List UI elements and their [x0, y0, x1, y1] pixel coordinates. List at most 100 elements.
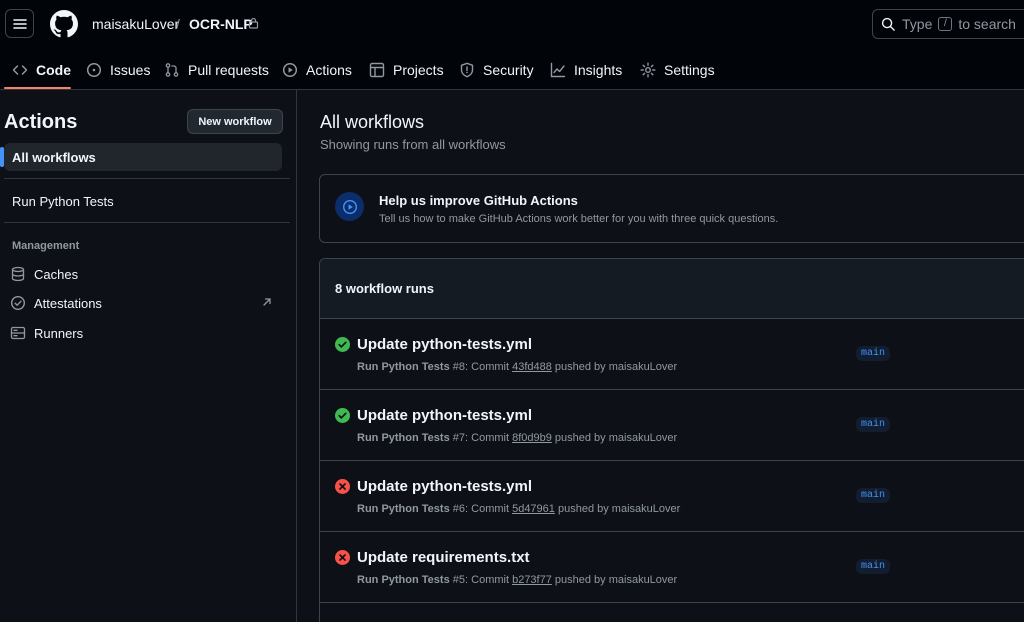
breadcrumb-owner[interactable]: maisakuLover: [92, 16, 179, 32]
run-title[interactable]: Update python-tests.yml: [357, 336, 532, 353]
lock-icon: [248, 17, 259, 29]
commit-sha-link[interactable]: b273f77: [512, 574, 552, 586]
sidebar-divider: [4, 222, 290, 223]
sidebar-item-runners[interactable]: Runners: [10, 325, 83, 341]
banner-text: Tell us how to make GitHub Actions work …: [379, 213, 779, 225]
failure-x-icon: [335, 550, 350, 565]
tab-settings[interactable]: Settings: [640, 50, 715, 90]
server-icon: [10, 326, 26, 340]
commit-sha-link[interactable]: 8f0d9b9: [512, 432, 552, 444]
run-number: #8: [452, 361, 466, 373]
tab-projects[interactable]: Projects: [369, 50, 444, 90]
menu-button[interactable]: [5, 9, 34, 38]
run-meta: Run Python Tests #8: Commit 43fd488 push…: [357, 361, 677, 373]
search-icon: [881, 17, 895, 31]
breadcrumb-repo[interactable]: OCR-NLP: [189, 16, 253, 32]
run-workflow-name: Run Python Tests: [357, 503, 450, 515]
pull-request-icon: [165, 63, 179, 77]
run-workflow-name: Run Python Tests: [357, 432, 450, 444]
failure-x-icon: [335, 479, 350, 494]
run-commit-label: : Commit: [465, 503, 510, 515]
run-pushed-by: pushed by maisakuLover: [554, 574, 678, 586]
run-workflow-name: Run Python Tests: [357, 361, 450, 373]
run-meta: Run Python Tests #5: Commit b273f77 push…: [357, 574, 677, 586]
page-title: All workflows: [320, 112, 425, 132]
shield-icon: [460, 62, 474, 78]
run-pushed-by: pushed by maisakuLover: [557, 503, 681, 515]
active-tab-indicator: [4, 87, 71, 89]
run-number: #6: [452, 503, 466, 515]
repo-tabs: Code Issues Pull requests Actions Projec…: [0, 50, 1024, 90]
breadcrumb-separator: /: [176, 16, 180, 32]
page-subtitle: Showing runs from all workflows: [320, 137, 506, 152]
workflow-run-row[interactable]: Update requirements.txt Run Python Tests…: [320, 532, 1024, 603]
branch-badge[interactable]: main: [856, 488, 891, 503]
table-icon: [369, 62, 385, 78]
tab-label: Insights: [574, 62, 623, 78]
sidebar-item-label: Runners: [34, 325, 84, 341]
workflow-run-row[interactable]: Update python-tests.yml Run Python Tests…: [320, 461, 1024, 532]
run-number: #5: [452, 574, 466, 586]
sidebar-item-run-python-tests[interactable]: Run Python Tests: [12, 194, 114, 209]
workflow-runs-list: 8 workflow runs Update python-tests.yml …: [319, 258, 1024, 622]
sidebar-item-label: Attestations: [34, 295, 102, 311]
branch-badge[interactable]: main: [856, 346, 891, 361]
workflow-run-row[interactable]: Update python-tests.yml Run Python Tests…: [320, 390, 1024, 461]
sidebar-item-attestations[interactable]: Attestations: [10, 295, 102, 311]
external-link-icon: [263, 298, 271, 306]
feedback-banner[interactable]: Help us improve GitHub Actions Tell us h…: [319, 174, 1024, 243]
sidebar-item-all-workflows[interactable]: All workflows: [0, 143, 282, 171]
github-logo-icon[interactable]: [50, 10, 78, 38]
run-commit-label: : Commit: [465, 574, 510, 586]
tab-label: Projects: [393, 62, 444, 78]
search-shortcut-key: /: [938, 17, 953, 31]
run-title[interactable]: Update python-tests.yml: [357, 478, 532, 495]
workflow-run-row[interactable]: Update python-tests.yml Run Python Tests…: [320, 319, 1024, 390]
run-pushed-by: pushed by maisakuLover: [554, 432, 678, 444]
tab-pull-requests[interactable]: Pull requests: [164, 50, 269, 90]
database-icon: [11, 266, 25, 282]
hamburger-icon: [12, 18, 27, 29]
tab-code[interactable]: Code: [12, 50, 71, 90]
run-title[interactable]: Update requirements.txt: [357, 549, 530, 566]
sidebar-item-label: Caches: [34, 266, 79, 282]
actions-sidebar: Actions New workflow All workflows Run P…: [0, 90, 297, 622]
tab-label: Issues: [110, 62, 151, 78]
tab-label: Security: [483, 62, 534, 78]
run-commit-label: : Commit: [465, 432, 510, 444]
sidebar-divider: [4, 178, 290, 179]
tab-security[interactable]: Security: [459, 50, 534, 90]
search-prefix: Type: [902, 16, 933, 32]
run-meta: Run Python Tests #7: Commit 8f0d9b9 push…: [357, 432, 677, 444]
tab-label: Pull requests: [188, 62, 269, 78]
commit-sha-link[interactable]: 5d47961: [512, 503, 555, 515]
run-meta: Run Python Tests #6: Commit 5d47961 push…: [357, 503, 680, 515]
commit-sha-link[interactable]: 43fd488: [512, 361, 552, 373]
run-title[interactable]: Update python-tests.yml: [357, 407, 532, 424]
branch-badge[interactable]: main: [856, 417, 891, 432]
sidebar-item-caches[interactable]: Caches: [10, 266, 78, 282]
success-check-icon: [335, 337, 350, 352]
tab-actions[interactable]: Actions: [282, 50, 352, 90]
banner-icon-wrap: [335, 192, 364, 221]
sidebar-title: Actions: [4, 111, 78, 133]
branch-badge[interactable]: main: [856, 559, 891, 574]
banner-title: Help us improve GitHub Actions: [379, 193, 578, 208]
search-input[interactable]: Type / to search: [872, 9, 1024, 39]
play-icon: [282, 62, 298, 78]
code-icon: [12, 65, 28, 75]
run-pushed-by: pushed by maisakuLover: [554, 361, 678, 373]
verified-icon: [10, 295, 26, 311]
run-workflow-name: Run Python Tests: [357, 574, 450, 586]
run-number: #7: [452, 432, 466, 444]
runs-header: 8 workflow runs: [320, 259, 1024, 319]
gear-icon: [640, 62, 656, 78]
tab-issues[interactable]: Issues: [86, 50, 150, 90]
repo-header: maisakuLover / OCR-NLP Type / to search …: [0, 0, 1024, 90]
run-commit-label: : Commit: [465, 361, 510, 373]
graph-icon: [550, 62, 566, 78]
tab-insights[interactable]: Insights: [550, 50, 622, 90]
tab-label: Settings: [664, 62, 715, 78]
new-workflow-button[interactable]: New workflow: [187, 109, 283, 134]
runs-count: 8 workflow runs: [335, 281, 434, 296]
